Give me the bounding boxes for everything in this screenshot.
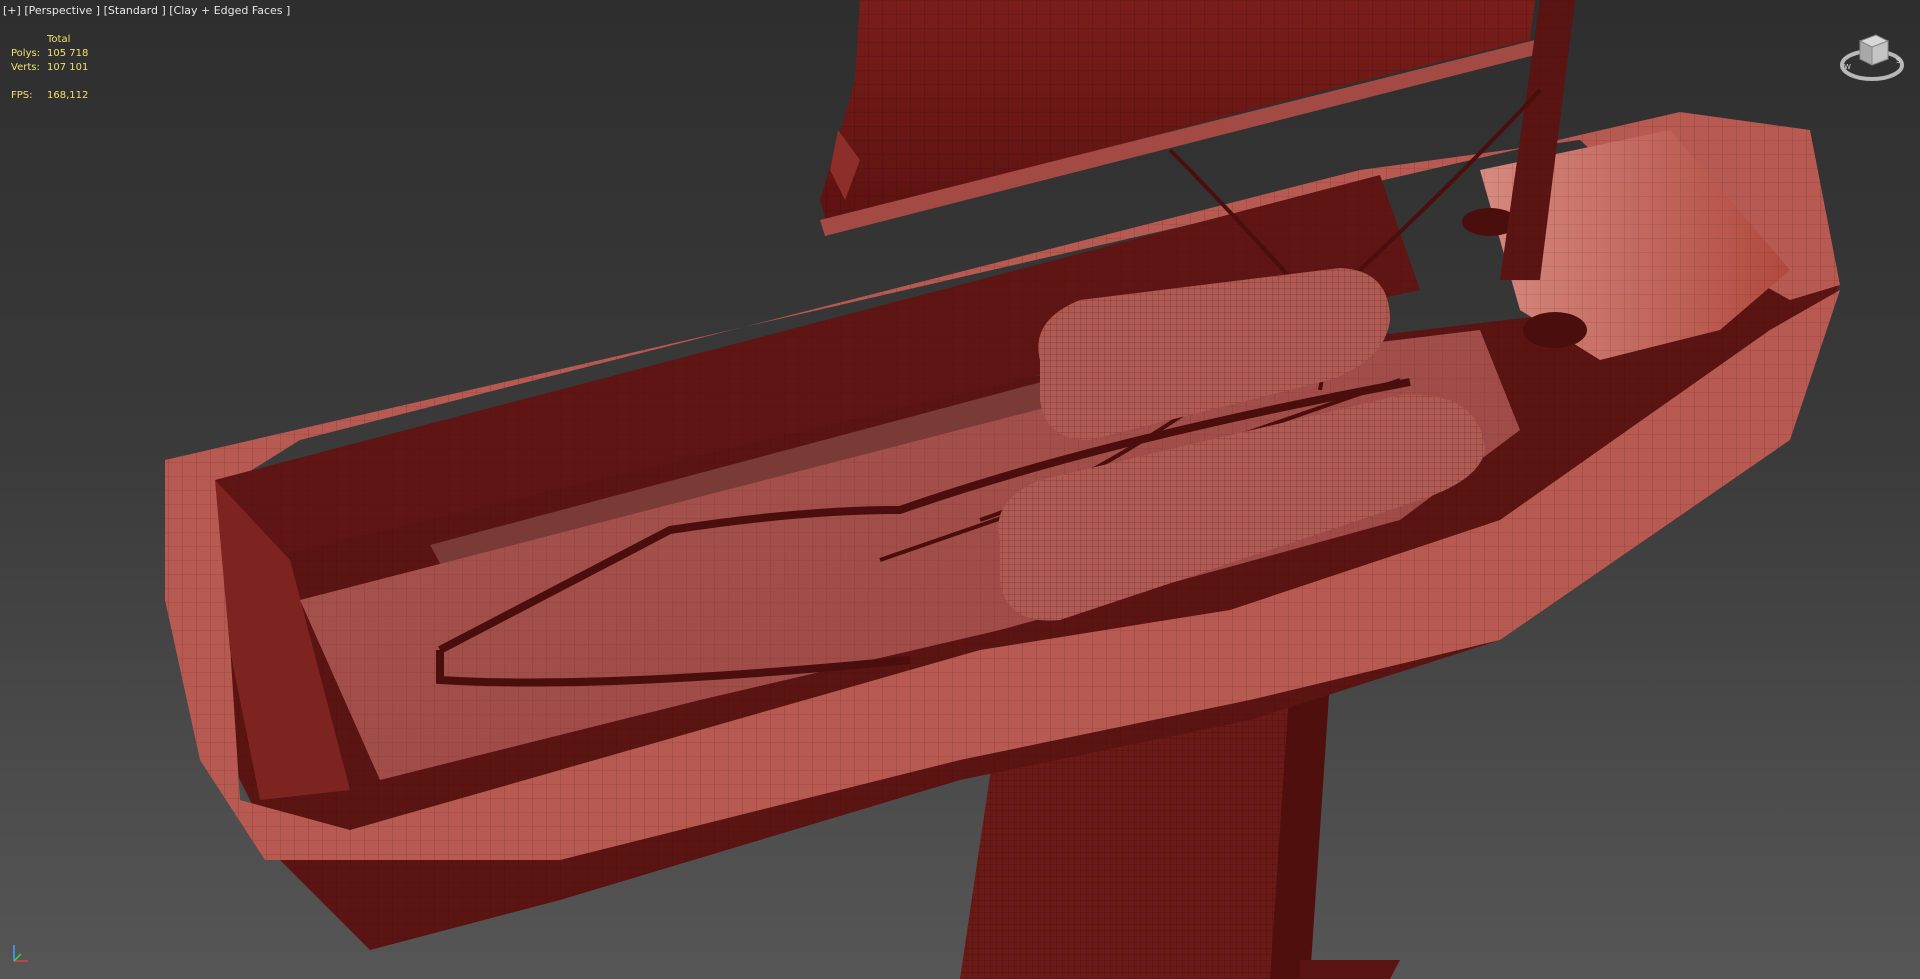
viewport-label: [+] [Perspective ] [Standard ] [Clay + E… — [3, 4, 290, 17]
verts-label: Verts: — [11, 62, 40, 73]
polys-label: Polys: — [11, 48, 41, 59]
viewport-menu-plus[interactable]: [+] — [3, 4, 21, 17]
viewport-menu-standard[interactable]: [Standard ] — [104, 4, 166, 17]
stats-verts-row: Verts: 107 101 — [11, 61, 88, 75]
statistics-overlay: Total Polys: 105 718 Verts: 107 101 FPS:… — [11, 33, 88, 103]
sail — [820, 0, 1535, 236]
stats-polys-row: Polys: 105 718 — [11, 47, 88, 61]
fps-label: FPS: — [11, 90, 33, 101]
polys-value: 105 718 — [47, 48, 89, 59]
viewcube-icon[interactable]: W S — [1838, 25, 1906, 89]
boat-model-render[interactable] — [0, 0, 1920, 979]
perspective-viewport[interactable]: [+] [Perspective ] [Standard ] [Clay + E… — [0, 0, 1920, 979]
viewport-menu-point-of-view[interactable]: [Perspective ] — [24, 4, 100, 17]
viewport-menu-shading[interactable]: [Clay + Edged Faces ] — [169, 4, 290, 17]
fps-value: 168,112 — [47, 90, 89, 101]
axis-tripod-icon — [13, 945, 28, 962]
verts-value: 107 101 — [47, 62, 89, 73]
svg-text:S: S — [1896, 57, 1901, 65]
stats-fps-row: FPS: 168,112 — [11, 89, 88, 103]
stats-header: Total — [47, 34, 71, 45]
svg-text:W: W — [1844, 63, 1851, 71]
